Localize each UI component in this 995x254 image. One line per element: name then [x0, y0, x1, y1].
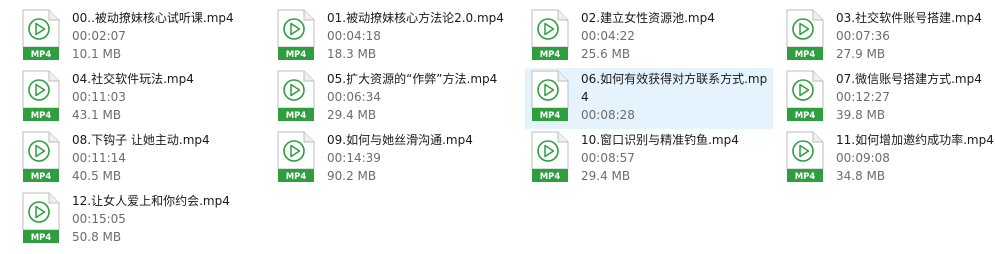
- file-item[interactable]: MP4 01.被动撩妹核心方法论2.0.mp4 00:04:18 18.3 MB: [275, 9, 525, 71]
- file-name: 11.如何增加邀约成功率.mp4: [836, 133, 994, 147]
- file-info: 05.扩大资源的“作弊”方法.mp4 00:06:34 29.4 MB: [327, 70, 517, 124]
- file-info: 02.建立女性资源池.mp4 00:04:22 25.6 MB: [581, 9, 771, 63]
- file-name: 12.让女人爱上和你约会.mp4: [72, 194, 230, 208]
- file-duration: 00:02:07: [72, 29, 126, 43]
- svg-text:MP4: MP4: [286, 50, 307, 60]
- file-item[interactable]: MP4 04.社交软件玩法.mp4 00:11:03 43.1 MB: [20, 70, 270, 132]
- svg-text:MP4: MP4: [795, 111, 816, 121]
- file-info: 00..被动撩妹核心试听课.mp4 00:02:07 10.1 MB: [72, 9, 262, 63]
- mp4-file-icon: MP4: [275, 9, 317, 61]
- file-item[interactable]: MP4 06.如何有效获得对方联系方式.mp4 00:08:28: [525, 68, 773, 129]
- file-info: 01.被动撩妹核心方法论2.0.mp4 00:04:18 18.3 MB: [327, 9, 517, 63]
- svg-text:MP4: MP4: [286, 111, 307, 121]
- file-duration: 00:08:57: [581, 151, 635, 165]
- file-item[interactable]: MP4 11.如何增加邀约成功率.mp4 00:09:08 34.8 MB: [784, 131, 995, 193]
- file-duration: 00:09:08: [836, 151, 890, 165]
- file-size: 43.1 MB: [72, 108, 122, 122]
- file-duration: 00:11:03: [72, 90, 126, 104]
- file-duration: 00:15:05: [72, 212, 126, 226]
- file-duration: 00:08:28: [581, 108, 635, 122]
- file-item[interactable]: MP4 03.社交软件账号搭建.mp4 00:07:36 27.9 MB: [784, 9, 995, 71]
- file-duration: 00:04:22: [581, 29, 635, 43]
- svg-text:MP4: MP4: [31, 50, 52, 60]
- file-info: 08.下钩子 让她主动.mp4 00:11:14 40.5 MB: [72, 131, 262, 185]
- file-size: 90.2 MB: [327, 169, 377, 183]
- file-item[interactable]: MP4 00..被动撩妹核心试听课.mp4 00:02:07 10.1 MB: [20, 9, 270, 71]
- svg-text:MP4: MP4: [795, 172, 816, 182]
- mp4-file-icon: MP4: [784, 70, 826, 122]
- mp4-file-icon: MP4: [784, 131, 826, 183]
- mp4-file-icon: MP4: [20, 9, 62, 61]
- file-duration: 00:14:39: [327, 151, 381, 165]
- file-info: 10.窗口识别与精准钓鱼.mp4 00:08:57 29.4 MB: [581, 131, 771, 185]
- file-item[interactable]: MP4 10.窗口识别与精准钓鱼.mp4 00:08:57 29.4 MB: [529, 131, 779, 193]
- file-size: 29.4 MB: [581, 169, 631, 183]
- file-item[interactable]: MP4 09.如何与她丝滑沟通.mp4 00:14:39 90.2 MB: [275, 131, 525, 193]
- file-duration: 00:07:36: [836, 29, 890, 43]
- file-info: 03.社交软件账号搭建.mp4 00:07:36 27.9 MB: [836, 9, 995, 63]
- file-item[interactable]: MP4 12.让女人爱上和你约会.mp4 00:15:05 50.8 MB: [20, 192, 270, 254]
- file-name: 01.被动撩妹核心方法论2.0.mp4: [327, 11, 504, 25]
- file-size: 29.4 MB: [327, 108, 377, 122]
- mp4-file-icon: MP4: [529, 70, 571, 122]
- file-name: 02.建立女性资源池.mp4: [581, 11, 715, 25]
- mp4-file-icon: MP4: [529, 9, 571, 61]
- file-size: 39.8 MB: [836, 108, 886, 122]
- file-size: 40.5 MB: [72, 169, 122, 183]
- file-info: 11.如何增加邀约成功率.mp4 00:09:08 34.8 MB: [836, 131, 995, 185]
- mp4-file-icon: MP4: [529, 131, 571, 183]
- file-name: 10.窗口识别与精准钓鱼.mp4: [581, 133, 739, 147]
- file-info: 09.如何与她丝滑沟通.mp4 00:14:39 90.2 MB: [327, 131, 517, 185]
- file-item[interactable]: MP4 02.建立女性资源池.mp4 00:04:22 25.6 MB: [529, 9, 779, 71]
- mp4-file-icon: MP4: [275, 70, 317, 122]
- file-item[interactable]: MP4 08.下钩子 让她主动.mp4 00:11:14 40.5 MB: [20, 131, 270, 193]
- svg-text:MP4: MP4: [795, 50, 816, 60]
- file-size: 18.3 MB: [327, 47, 377, 61]
- mp4-file-icon: MP4: [20, 131, 62, 183]
- file-name: 05.扩大资源的“作弊”方法.mp4: [327, 72, 498, 86]
- file-info: 06.如何有效获得对方联系方式.mp4 00:08:28: [581, 70, 771, 124]
- file-info: 12.让女人爱上和你约会.mp4 00:15:05 50.8 MB: [72, 192, 262, 246]
- mp4-file-icon: MP4: [20, 192, 62, 244]
- file-name: 04.社交软件玩法.mp4: [72, 72, 194, 86]
- file-item[interactable]: MP4 07.微信账号搭建方式.mp4 00:12:27 39.8 MB: [784, 70, 995, 132]
- svg-text:MP4: MP4: [31, 233, 52, 243]
- svg-text:MP4: MP4: [31, 111, 52, 121]
- file-size: 50.8 MB: [72, 230, 122, 244]
- file-info: 04.社交软件玩法.mp4 00:11:03 43.1 MB: [72, 70, 262, 124]
- file-size: 10.1 MB: [72, 47, 122, 61]
- file-name: 03.社交软件账号搭建.mp4: [836, 11, 982, 25]
- file-duration: 00:12:27: [836, 90, 890, 104]
- file-item[interactable]: MP4 05.扩大资源的“作弊”方法.mp4 00:06:34 29.4 MB: [275, 70, 525, 132]
- svg-text:MP4: MP4: [540, 172, 561, 182]
- file-name: 07.微信账号搭建方式.mp4: [836, 72, 982, 86]
- file-size: 34.8 MB: [836, 169, 886, 183]
- svg-text:MP4: MP4: [31, 172, 52, 182]
- file-name: 09.如何与她丝滑沟通.mp4: [327, 133, 473, 147]
- file-size: 27.9 MB: [836, 47, 886, 61]
- file-name: 08.下钩子 让她主动.mp4: [72, 133, 210, 147]
- svg-text:MP4: MP4: [286, 172, 307, 182]
- mp4-file-icon: MP4: [20, 70, 62, 122]
- mp4-file-icon: MP4: [275, 131, 317, 183]
- svg-text:MP4: MP4: [540, 50, 561, 60]
- file-duration: 00:11:14: [72, 151, 126, 165]
- mp4-file-icon: MP4: [784, 9, 826, 61]
- file-name: 06.如何有效获得对方联系方式.mp4: [581, 72, 768, 104]
- file-duration: 00:04:18: [327, 29, 381, 43]
- file-size: 25.6 MB: [581, 47, 631, 61]
- svg-text:MP4: MP4: [540, 111, 561, 121]
- file-name: 00..被动撩妹核心试听课.mp4: [72, 11, 234, 25]
- file-duration: 00:06:34: [327, 90, 381, 104]
- file-info: 07.微信账号搭建方式.mp4 00:12:27 39.8 MB: [836, 70, 995, 124]
- file-grid: MP4 00..被动撩妹核心试听课.mp4 00:02:07 10.1 MB MP4 01…: [0, 0, 995, 254]
